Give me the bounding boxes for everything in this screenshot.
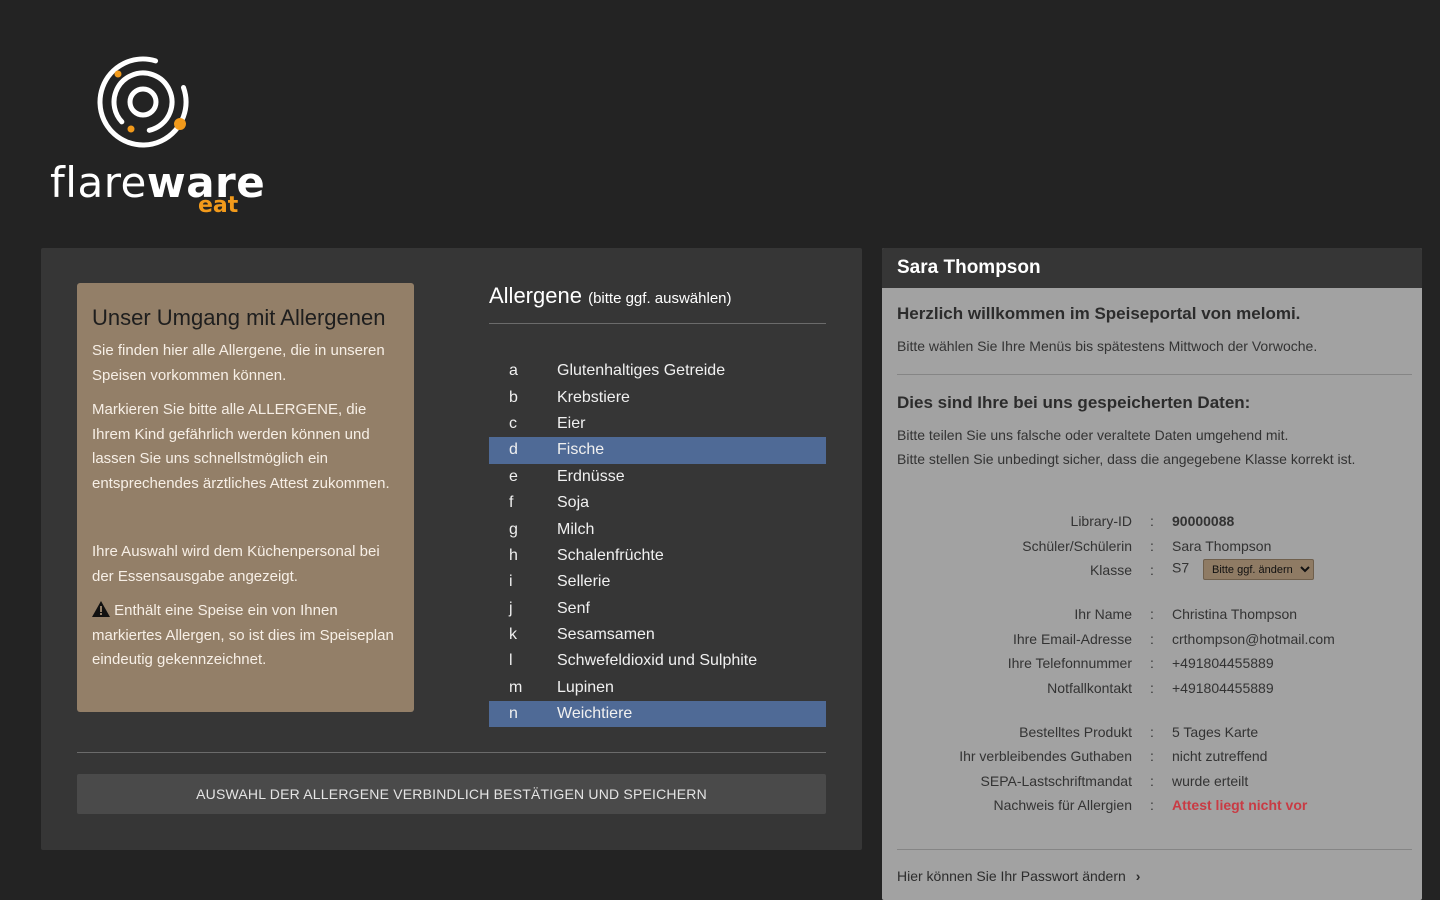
user-name-header: Sara Thompson [882,248,1422,288]
name-value: Christina Thompson [1172,606,1298,623]
allergen-item-k[interactable]: k Sesamsamen [489,622,826,648]
allergen-code: f [509,494,514,512]
allergen-item-h[interactable]: h Schalenfrüchte [489,543,826,569]
allergen-code: c [509,414,517,432]
allergen-item-m[interactable]: m Lupinen [489,675,826,701]
allergen-name: Glutenhaltiges Getreide [557,362,726,380]
logo-subtitle: eat [198,193,239,218]
data-row-allergy-proof: Nachweis für Allergien : Attest liegt ni… [897,793,1412,817]
divider [897,374,1412,375]
allergen-code: l [509,652,513,670]
allergen-item-n[interactable]: n Weichtiere [489,701,826,728]
allergen-item-e[interactable]: e Erdnüsse [489,464,826,490]
allergen-name: Krebstiere [557,388,630,406]
data-row-email: Ihre Email-Adresse : crthompson@hotmail.… [897,627,1412,651]
data-row-student: Schüler/Schülerin : Sara Thompson [897,533,1412,557]
allergen-name: Eier [557,414,586,432]
allergen-code: g [509,520,518,538]
allergen-name: Schalenfrüchte [557,546,664,564]
info-text-4: Enthält eine Speise ein von Ihnen markie… [92,601,394,668]
allergen-name: Sellerie [557,573,611,591]
welcome-text: Bitte wählen Sie Ihre Menüs bis späteste… [897,338,1318,354]
allergen-code: h [509,546,518,564]
confirm-allergens-button[interactable]: Auswahl der Allergene verbindlich bestät… [77,774,826,814]
allergen-item-b[interactable]: b Krebstiere [489,384,826,410]
stored-data-text-2: Bitte stellen Sie unbedingt sicher, dass… [897,451,1356,467]
allergen-item-c[interactable]: c Eier [489,411,826,437]
info-title: Unser Umgang mit Allergenen [92,305,386,330]
chevron-right-icon: › [1135,868,1141,885]
stored-data-title: Dies sind Ihre bei uns gespeicherten Dat… [897,393,1251,412]
allergen-code: i [509,573,513,591]
allergen-column: Allergene (bitte ggf. auswählen) a Gluten… [489,283,826,728]
info-text-3: Ihre Auswahl wird dem Küchenpersonal bei… [92,543,380,585]
allergen-panel: Unser Umgang mit Allergenen Sie finden h… [41,248,862,850]
allergen-item-i[interactable]: i Sellerie [489,569,826,595]
product-value: 5 Tages Karte [1172,723,1259,740]
data-row-product: Bestelltes Produkt : 5 Tages Karte [897,720,1412,744]
phone-value: +491804455889 [1172,655,1274,672]
data-row-phone: Ihre Telefonnummer : +491804455889 [897,651,1412,675]
email-value: crthompson@hotmail.com [1172,630,1335,647]
data-row-balance: Ihr verbleibendes Guthaben : nicht zutre… [897,744,1412,768]
student-value: Sara Thompson [1172,537,1272,554]
info-text-2: Markieren Sie bitte alle ALLERGENE, die … [92,401,390,492]
flareware-logo[interactable]: flareware eat [48,50,265,220]
allergen-item-a[interactable]: a Glutenhaltiges Getreide [489,358,826,384]
info-text-1: Sie finden hier alle Allergene, die in u… [92,342,385,384]
allergen-item-j[interactable]: j Senf [489,596,826,622]
balance-value: nicht zutreffend [1172,748,1268,765]
welcome-title: Herzlich willkommen im Speiseportal von … [897,304,1301,323]
allergen-code: m [509,678,523,696]
allergen-code: e [509,467,518,485]
change-password-link[interactable]: Hier können Sie Ihr Passwort ändern › [897,868,1140,884]
allergen-code: k [509,626,517,644]
allergen-code: n [509,705,518,723]
allergen-name: Milch [557,520,595,538]
allergen-code: a [509,362,518,380]
data-row-library-id: Library-ID : 90000088 [897,509,1412,533]
allergen-info-box: Unser Umgang mit Allergenen Sie finden h… [77,283,414,712]
allergen-item-l[interactable]: l Schwefeldioxid und Sulphite [489,648,826,674]
allergen-code: b [509,388,518,406]
logo-rings-icon [97,56,189,148]
allergen-name: Lupinen [557,678,614,696]
allergen-name: Erdnüsse [557,467,625,485]
data-row-name: Ihr Name : Christina Thompson [897,602,1412,626]
divider [897,849,1412,851]
sepa-value: wurde erteilt [1172,772,1249,789]
warning-icon [92,601,110,617]
allergen-name: Sesamsamen [557,626,655,644]
allergen-title: Allergene (bitte ggf. auswählen) [489,283,826,324]
allergen-name: Weichtiere [557,705,633,723]
allergen-name: Senf [557,599,590,617]
stored-data-text-1: Bitte teilen Sie uns falsche oder veralt… [897,427,1289,443]
library-id-value: 90000088 [1172,513,1235,530]
allergen-name: Fische [557,441,605,459]
user-data-table: Library-ID : 90000088 Schüler/Schülerin … [897,509,1412,817]
allergen-item-f[interactable]: f Soja [489,490,826,516]
divider [77,752,826,753]
class-select[interactable]: Bitte ggf. ändern [1203,559,1315,581]
emergency-value: +491804455889 [1172,679,1274,696]
data-row-sepa: SEPA-Lastschriftmandat : wurde erteilt [897,769,1412,793]
allergy-proof-status: Attest liegt nicht vor [1172,797,1308,814]
data-row-emergency: Notfallkontakt : +491804455889 [897,675,1412,699]
allergen-item-d[interactable]: d Fische [489,437,826,464]
allergen-code: d [509,441,518,459]
class-value: S7 [1172,559,1190,576]
allergen-list: a Glutenhaltiges Getreide b Krebstiere c Eier… [489,358,826,728]
allergen-name: Schwefeldioxid und Sulphite [557,652,758,670]
data-row-class: Klasse : S7 Bitte ggf. ändern [897,558,1412,582]
allergen-name: Soja [557,494,590,512]
allergen-code: j [509,599,513,617]
allergen-item-g[interactable]: g Milch [489,516,826,542]
user-panel: Sara Thompson Herzlich willkommen im Spe… [882,248,1422,900]
